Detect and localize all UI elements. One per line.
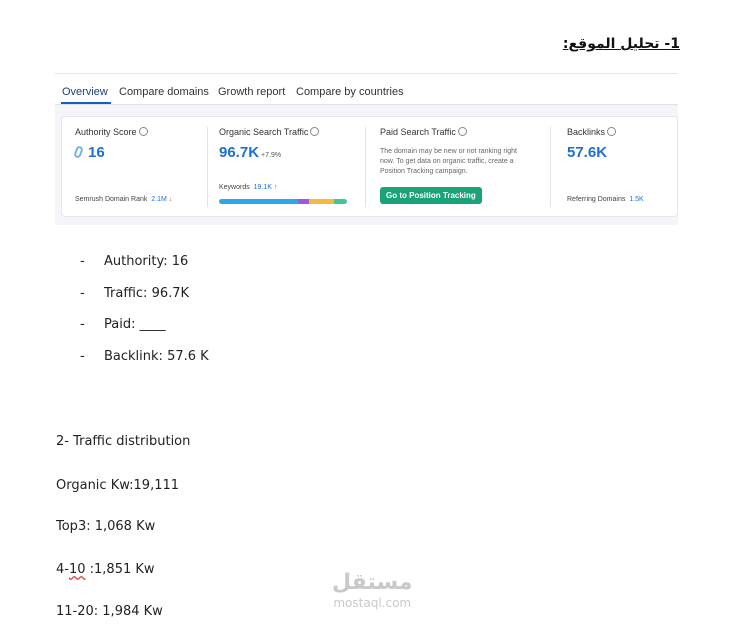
authority-score-widget: Authority Score 16 Semrush Domain Rank 2…: [62, 117, 207, 216]
semrush-screenshot: Overview Compare domains Growth report C…: [55, 73, 678, 225]
mostaql-url: mostaql.com: [333, 596, 412, 610]
domain-rank-label: Semrush Domain Rank: [75, 196, 148, 203]
kw-bar-segment: [334, 199, 347, 204]
organic-traffic-label: Organic Search Traffic: [219, 127, 309, 137]
traffic-distribution-title: 2- Traffic distribution: [56, 434, 191, 449]
backlinks-label: Backlinks: [567, 127, 606, 137]
backlinks-widget: Backlinks 57.6K Referring Domains 1.5K: [550, 117, 679, 216]
kw-bar-segment: [298, 199, 309, 204]
info-icon[interactable]: [138, 127, 148, 136]
arrow-up-icon: ↑: [273, 184, 278, 191]
position-tracking-button[interactable]: Go to Position Tracking: [380, 187, 482, 204]
semrush-tabs: Overview Compare domains Growth report C…: [55, 74, 678, 105]
referring-domains-value[interactable]: 1.5K: [629, 196, 643, 203]
mostaql-logo: مستقل: [332, 570, 413, 595]
domain-rank-value[interactable]: 2.1M: [151, 196, 167, 203]
authority-score-label: Authority Score: [75, 127, 137, 137]
info-icon[interactable]: [457, 127, 467, 136]
organic-kw-line: Organic Kw:19,111: [56, 478, 180, 493]
paid-traffic-label: Paid Search Traffic: [380, 127, 456, 137]
tab-compare-domains[interactable]: Compare domains: [119, 86, 209, 98]
info-icon[interactable]: [310, 127, 320, 136]
tab-overview[interactable]: Overview: [62, 86, 108, 98]
range-11-20-line: 11-20: 1,984 Kw: [56, 604, 163, 619]
referring-domains-label: Referring Domains: [567, 196, 626, 203]
organic-traffic-delta: +7.9%: [261, 152, 282, 159]
overview-metrics-card: Authority Score 16 Semrush Domain Rank 2…: [61, 116, 678, 217]
organic-traffic-value[interactable]: 96.7K: [219, 144, 259, 161]
active-tab-indicator: [61, 102, 111, 104]
keywords-value[interactable]: 19.1K: [254, 184, 272, 191]
mostaql-watermark: مستقل mostaql.com: [332, 570, 412, 610]
tab-compare-by-countries[interactable]: Compare by countries: [296, 86, 404, 98]
kw-bar-segment: [308, 199, 335, 204]
backlinks-value[interactable]: 57.6K: [567, 144, 607, 161]
keyword-distribution-bar: [219, 199, 347, 204]
kw-bar-segment: [219, 199, 299, 204]
spellcheck-flag: 10: [68, 562, 86, 577]
paid-traffic-widget: Paid Search Traffic The domain may be ne…: [365, 117, 550, 216]
tab-growth-report[interactable]: Growth report: [218, 86, 285, 98]
paid-traffic-description: The domain may be new or not ranking rig…: [380, 148, 517, 175]
keywords-label: Keywords: [219, 184, 250, 191]
authority-score-value[interactable]: 16: [88, 144, 105, 161]
top3-line: Top3: 1,068 Kw: [56, 519, 156, 534]
info-icon[interactable]: [607, 127, 617, 136]
authority-gauge-icon: [73, 145, 84, 159]
organic-traffic-widget: Organic Search Traffic 96.7K +7.9% Keywor…: [207, 117, 365, 216]
section-heading-site-analysis: 1- تحليل الموقع:: [562, 36, 680, 52]
range-4-10-line: 4-10 :1,851 Kw: [56, 562, 155, 577]
arrow-down-icon: ↓: [168, 196, 173, 203]
